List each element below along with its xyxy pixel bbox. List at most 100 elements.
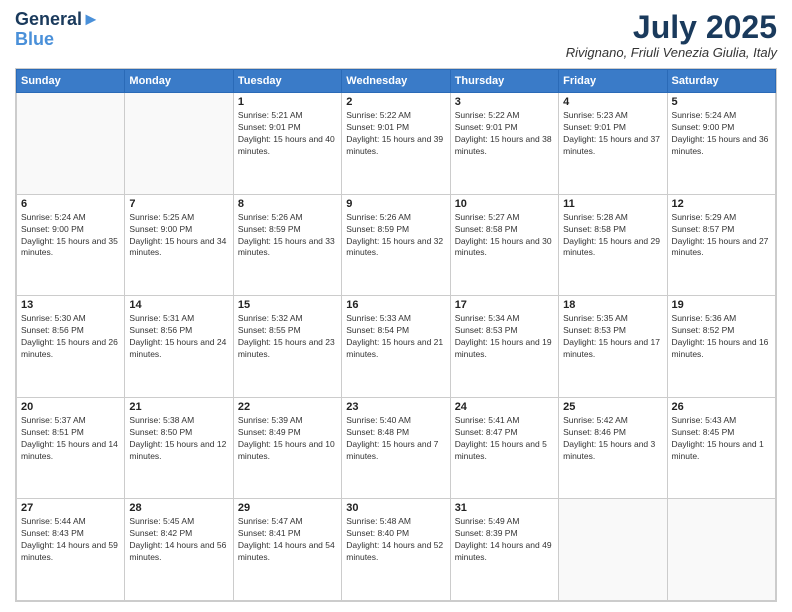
calendar-cell: 21 Sunrise: 5:38 AMSunset: 8:50 PMDayligh… [125,397,233,499]
day-number: 7 [129,198,228,210]
day-info: Sunrise: 5:41 AMSunset: 8:47 PMDaylight:… [455,415,554,463]
calendar-cell: 18 Sunrise: 5:35 AMSunset: 8:53 PMDayligh… [559,296,667,398]
calendar-cell: 9 Sunrise: 5:26 AMSunset: 8:59 PMDaylight… [342,194,450,296]
calendar-cell: 25 Sunrise: 5:42 AMSunset: 8:46 PMDayligh… [559,397,667,499]
day-number: 1 [238,96,337,108]
day-header-saturday: Saturday [667,70,775,93]
calendar-cell: 12 Sunrise: 5:29 AMSunset: 8:57 PMDayligh… [667,194,775,296]
day-number: 21 [129,401,228,413]
day-number: 17 [455,299,554,311]
header: General► Blue July 2025 Rivignano, Friul… [15,10,777,60]
day-header-friday: Friday [559,70,667,93]
calendar-cell: 16 Sunrise: 5:33 AMSunset: 8:54 PMDayligh… [342,296,450,398]
calendar-cell [667,499,775,601]
logo: General► Blue [15,10,100,50]
calendar-cell [17,93,125,195]
day-info: Sunrise: 5:29 AMSunset: 8:57 PMDaylight:… [672,212,771,260]
day-number: 5 [672,96,771,108]
logo-text: General► [15,10,100,30]
calendar-cell: 7 Sunrise: 5:25 AMSunset: 9:00 PMDaylight… [125,194,233,296]
day-header-thursday: Thursday [450,70,558,93]
day-info: Sunrise: 5:24 AMSunset: 9:00 PMDaylight:… [672,110,771,158]
day-info: Sunrise: 5:49 AMSunset: 8:39 PMDaylight:… [455,516,554,564]
day-number: 25 [563,401,662,413]
day-header-wednesday: Wednesday [342,70,450,93]
day-info: Sunrise: 5:21 AMSunset: 9:01 PMDaylight:… [238,110,337,158]
day-number: 26 [672,401,771,413]
calendar-cell: 15 Sunrise: 5:32 AMSunset: 8:55 PMDayligh… [233,296,341,398]
calendar-cell: 19 Sunrise: 5:36 AMSunset: 8:52 PMDayligh… [667,296,775,398]
calendar-cell: 30 Sunrise: 5:48 AMSunset: 8:40 PMDayligh… [342,499,450,601]
day-info: Sunrise: 5:40 AMSunset: 8:48 PMDaylight:… [346,415,445,463]
title-block: July 2025 Rivignano, Friuli Venezia Giul… [566,10,777,60]
calendar-cell: 10Sunrise: 5:27 AMSunset: 8:58 PMDayligh… [450,194,558,296]
day-info: Sunrise: 5:32 AMSunset: 8:55 PMDaylight:… [238,313,337,361]
calendar: SundayMondayTuesdayWednesdayThursdayFrid… [15,68,777,602]
day-number: 12 [672,198,771,210]
day-number: 29 [238,502,337,514]
day-info: Sunrise: 5:47 AMSunset: 8:41 PMDaylight:… [238,516,337,564]
calendar-cell: 6 Sunrise: 5:24 AMSunset: 9:00 PMDaylight… [17,194,125,296]
day-number: 11 [563,198,662,210]
calendar-cell: 2 Sunrise: 5:22 AMSunset: 9:01 PMDaylight… [342,93,450,195]
calendar-cell: 3Sunrise: 5:22 AMSunset: 9:01 PMDaylight… [450,93,558,195]
day-number: 19 [672,299,771,311]
day-number: 15 [238,299,337,311]
day-number: 6 [21,198,120,210]
calendar-cell: 17 Sunrise: 5:34 AMSunset: 8:53 PMDayligh… [450,296,558,398]
day-info: Sunrise: 5:23 AMSunset: 9:01 PMDaylight:… [563,110,662,158]
calendar-cell: 13 Sunrise: 5:30 AMSunset: 8:56 PMDayligh… [17,296,125,398]
day-number: 9 [346,198,445,210]
day-number: 31 [455,502,554,514]
day-info: Sunrise: 5:31 AMSunset: 8:56 PMDaylight:… [129,313,228,361]
calendar-cell: 5 Sunrise: 5:24 AMSunset: 9:00 PMDaylight… [667,93,775,195]
day-info: Sunrise: 5:33 AMSunset: 8:54 PMDaylight:… [346,313,445,361]
calendar-cell: 20 Sunrise: 5:37 AMSunset: 8:51 PMDayligh… [17,397,125,499]
calendar-cell: 24 Sunrise: 5:41 AMSunset: 8:47 PMDayligh… [450,397,558,499]
day-info: Sunrise: 5:36 AMSunset: 8:52 PMDaylight:… [672,313,771,361]
day-info: Sunrise: 5:48 AMSunset: 8:40 PMDaylight:… [346,516,445,564]
day-info: Sunrise: 5:25 AMSunset: 9:00 PMDaylight:… [129,212,228,260]
day-info: Sunrise: 5:37 AMSunset: 8:51 PMDaylight:… [21,415,120,463]
day-number: 18 [563,299,662,311]
day-info: Sunrise: 5:22 AMSunset: 9:01 PMDaylight:… [346,110,445,158]
day-header-sunday: Sunday [17,70,125,93]
day-info: Sunrise: 5:42 AMSunset: 8:46 PMDaylight:… [563,415,662,463]
day-number: 24 [455,401,554,413]
calendar-cell: 31 Sunrise: 5:49 AMSunset: 8:39 PMDayligh… [450,499,558,601]
day-number: 14 [129,299,228,311]
calendar-cell: 28Sunrise: 5:45 AMSunset: 8:42 PMDayligh… [125,499,233,601]
day-info: Sunrise: 5:38 AMSunset: 8:50 PMDaylight:… [129,415,228,463]
day-number: 16 [346,299,445,311]
day-info: Sunrise: 5:39 AMSunset: 8:49 PMDaylight:… [238,415,337,463]
day-info: Sunrise: 5:43 AMSunset: 8:45 PMDaylight:… [672,415,771,463]
calendar-cell: 14 Sunrise: 5:31 AMSunset: 8:56 PMDayligh… [125,296,233,398]
calendar-cell: 23 Sunrise: 5:40 AMSunset: 8:48 PMDayligh… [342,397,450,499]
calendar-cell: 11 Sunrise: 5:28 AMSunset: 8:58 PMDayligh… [559,194,667,296]
calendar-cell: 27 Sunrise: 5:44 AMSunset: 8:43 PMDayligh… [17,499,125,601]
day-info: Sunrise: 5:44 AMSunset: 8:43 PMDaylight:… [21,516,120,564]
day-info: Sunrise: 5:45 AMSunset: 8:42 PMDaylight:… [129,516,228,564]
day-info: Sunrise: 5:26 AMSunset: 8:59 PMDaylight:… [346,212,445,260]
day-number: 20 [21,401,120,413]
calendar-cell: 1 Sunrise: 5:21 AMSunset: 9:01 PMDaylight… [233,93,341,195]
day-number: 22 [238,401,337,413]
day-info: Sunrise: 5:34 AMSunset: 8:53 PMDaylight:… [455,313,554,361]
day-number: 30 [346,502,445,514]
day-info: Sunrise: 5:27 AMSunset: 8:58 PMDaylight:… [455,212,554,260]
day-info: Sunrise: 5:26 AMSunset: 8:59 PMDaylight:… [238,212,337,260]
day-info: Sunrise: 5:30 AMSunset: 8:56 PMDaylight:… [21,313,120,361]
day-number: 13 [21,299,120,311]
day-number: 23 [346,401,445,413]
day-info: Sunrise: 5:28 AMSunset: 8:58 PMDaylight:… [563,212,662,260]
calendar-cell: 22 Sunrise: 5:39 AMSunset: 8:49 PMDayligh… [233,397,341,499]
day-number: 2 [346,96,445,108]
day-header-tuesday: Tuesday [233,70,341,93]
day-number: 27 [21,502,120,514]
calendar-cell: 29 Sunrise: 5:47 AMSunset: 8:41 PMDayligh… [233,499,341,601]
day-info: Sunrise: 5:24 AMSunset: 9:00 PMDaylight:… [21,212,120,260]
day-header-monday: Monday [125,70,233,93]
day-info: Sunrise: 5:22 AMSunset: 9:01 PMDaylight:… [455,110,554,158]
day-info: Sunrise: 5:35 AMSunset: 8:53 PMDaylight:… [563,313,662,361]
page: General► Blue July 2025 Rivignano, Friul… [0,0,792,612]
